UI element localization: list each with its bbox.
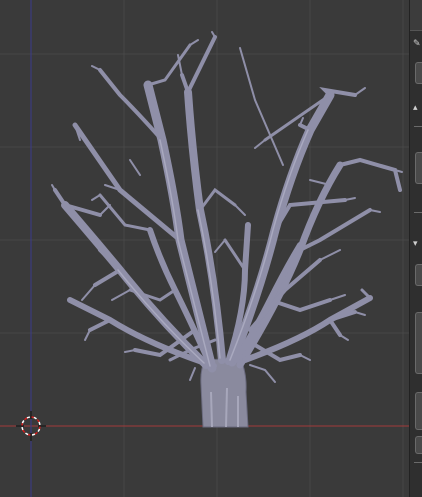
panel-divider: [414, 126, 422, 127]
tree-mesh[interactable]: [51, 31, 403, 428]
panel-divider: [414, 462, 422, 463]
panel-header: [410, 0, 422, 31]
panel-button[interactable]: [415, 62, 422, 84]
tree-branches: [51, 31, 403, 383]
tool-shelf-panel[interactable]: ✎ ▴ ▾: [409, 0, 422, 497]
panel-button[interactable]: [415, 392, 422, 430]
panel-button[interactable]: [415, 264, 422, 286]
branch-highlights: [117, 129, 309, 367]
3d-viewport[interactable]: [0, 0, 409, 497]
expand-arrow-icon[interactable]: ▴: [413, 104, 418, 113]
panel-button[interactable]: [415, 312, 422, 374]
panel-button[interactable]: [415, 436, 422, 454]
grease-pencil-icon[interactable]: ✎: [413, 40, 421, 49]
viewport-canvas[interactable]: [0, 0, 409, 497]
collapse-arrow-icon[interactable]: ▾: [413, 240, 418, 249]
panel-divider: [414, 212, 422, 213]
panel-button[interactable]: [415, 152, 422, 184]
